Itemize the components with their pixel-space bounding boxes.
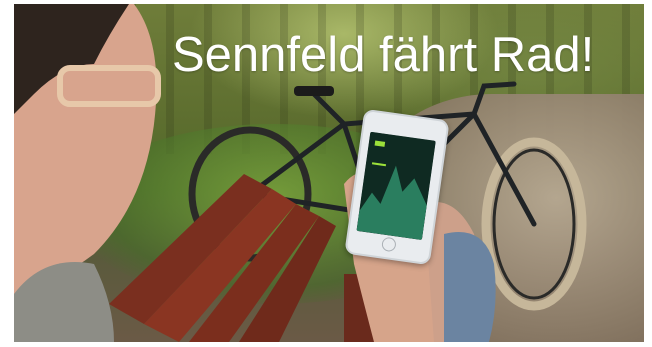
app-chart-icon xyxy=(356,131,436,240)
headline-text: Sennfeld fährt Rad! xyxy=(172,28,595,82)
image-frame: Sennfeld fährt Rad! xyxy=(0,0,652,347)
phone-screen xyxy=(356,131,436,240)
home-button xyxy=(381,236,397,253)
